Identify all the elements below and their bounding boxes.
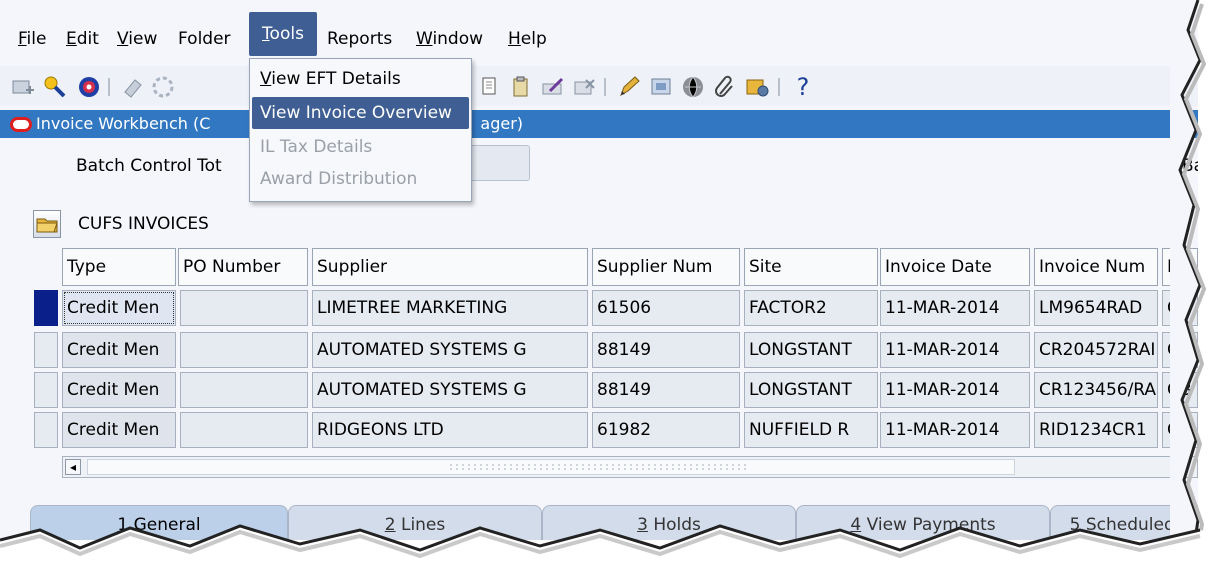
menu-item-il-tax-details[interactable]: IL Tax Details (252, 131, 469, 163)
column-header-type[interactable]: Type (62, 248, 176, 286)
row-selector[interactable] (34, 332, 58, 368)
torn-edge-bottom (0, 524, 1230, 574)
cell-po-number[interactable] (180, 332, 308, 368)
cell-invoice-date[interactable]: 11-MAR-2014 (880, 332, 1030, 368)
menu-item-award-distribution[interactable]: Award Distribution (252, 163, 469, 195)
menu-tools[interactable]: Tools (249, 12, 317, 56)
oracle-forms-window: File Edit View Folder Tools Reports Wind… (0, 0, 1198, 540)
cell-po-number[interactable] (180, 372, 308, 408)
folder-title: CUFS INVOICES (78, 214, 209, 234)
open-folder-button[interactable] (33, 210, 61, 238)
zoom-icon[interactable] (648, 74, 674, 100)
cell-supplier[interactable]: AUTOMATED SYSTEMS G (312, 372, 588, 408)
menu-item-view-invoice-overview[interactable]: View Invoice Overview (252, 97, 469, 129)
cell-supplier-num[interactable]: 61506 (592, 290, 740, 326)
column-header-site[interactable]: Site (744, 248, 878, 286)
cell-supplier[interactable]: LIMETREE MARKETING (312, 290, 588, 326)
menu-edit[interactable]: Edit (62, 28, 103, 50)
edit-field-icon[interactable] (616, 74, 642, 100)
toolbar: ? (0, 66, 1198, 106)
column-header-supplier[interactable]: Supplier (312, 248, 588, 286)
row-selector[interactable] (34, 412, 58, 448)
cell-invoice-num[interactable]: CR204572RAI (1034, 332, 1158, 368)
menu-view[interactable]: View (113, 28, 161, 50)
attachments-icon[interactable] (712, 74, 738, 100)
delete-record-icon[interactable] (572, 74, 598, 100)
cell-invoice-date[interactable]: 11-MAR-2014 (880, 372, 1030, 408)
cell-invoice-date[interactable]: 11-MAR-2014 (880, 290, 1030, 326)
cell-supplier-num[interactable]: 61982 (592, 412, 740, 448)
new-record-icon[interactable] (10, 74, 36, 100)
cell-invoice-num[interactable]: CR123456/RA (1034, 372, 1158, 408)
menu-reports[interactable]: Reports (323, 28, 396, 50)
find-icon[interactable] (42, 74, 68, 100)
folder-icon (36, 218, 58, 233)
menu-folder[interactable]: Folder (174, 28, 235, 50)
cell-invoice-num[interactable]: RID1234CR1 (1034, 412, 1158, 448)
horizontal-scrollbar[interactable]: ◂ (62, 456, 1198, 478)
folder-tools-icon[interactable] (744, 74, 770, 100)
menu-bar: File Edit View Folder Tools Reports Wind… (0, 12, 1198, 62)
column-header-invoice-num[interactable]: Invoice Num (1034, 248, 1158, 286)
cell-supplier-num[interactable]: 88149 (592, 372, 740, 408)
menu-window[interactable]: Window (412, 28, 487, 50)
navigator-icon[interactable] (76, 74, 102, 100)
scrollbar-thumb[interactable] (87, 459, 1015, 475)
translations-icon[interactable] (680, 74, 706, 100)
row-selector[interactable] (34, 290, 58, 326)
oracle-logo-icon (10, 117, 32, 132)
scroll-left-icon[interactable]: ◂ (65, 459, 81, 475)
cell-po-number[interactable] (180, 412, 308, 448)
toolbar-separator (604, 78, 606, 96)
paste-icon[interactable] (508, 74, 534, 100)
tools-menu-dropdown: View EFT Details View Invoice Overview I… (249, 58, 472, 202)
clear-record-icon[interactable] (540, 74, 566, 100)
column-header-invoice-date[interactable]: Invoice Date (880, 248, 1030, 286)
cell-po-number[interactable] (180, 290, 308, 326)
cell-site[interactable]: FACTOR2 (744, 290, 878, 326)
copy-icon[interactable] (478, 74, 504, 100)
cell-type[interactable]: Credit Men (62, 332, 176, 368)
save-icon[interactable] (120, 74, 146, 100)
cell-site[interactable]: LONGSTANT (744, 372, 878, 408)
scrollbar-grip (448, 463, 748, 471)
help-icon[interactable]: ? (790, 74, 816, 100)
cell-supplier-num[interactable]: 88149 (592, 332, 740, 368)
batch-control-total-label: Batch Control Tot (76, 156, 222, 176)
next-step-icon[interactable] (150, 74, 176, 100)
toolbar-separator (778, 78, 780, 96)
cell-supplier[interactable]: AUTOMATED SYSTEMS G (312, 332, 588, 368)
cell-site[interactable]: NUFFIELD R (744, 412, 878, 448)
row-selector[interactable] (34, 372, 58, 408)
menu-item-view-eft-details[interactable]: View EFT Details (252, 63, 469, 95)
column-header-po-number[interactable]: PO Number (178, 248, 308, 286)
cell-invoice-date[interactable]: 11-MAR-2014 (880, 412, 1030, 448)
column-header-supplier-num[interactable]: Supplier Num (592, 248, 740, 286)
menu-file[interactable]: File (14, 28, 50, 50)
toolbar-separator (108, 78, 110, 96)
window-title-bar: Invoice Workbench (C ager) (0, 110, 1198, 138)
menu-help[interactable]: Help (504, 28, 551, 50)
cell-site[interactable]: LONGSTANT (744, 332, 878, 368)
cell-type[interactable]: Credit Men (62, 372, 176, 408)
cell-invoice-num[interactable]: LM9654RAD (1034, 290, 1158, 326)
cell-type[interactable]: Credit Men (62, 412, 176, 448)
torn-edge-right (1170, 0, 1207, 574)
cell-supplier[interactable]: RIDGEONS LTD (312, 412, 588, 448)
cell-type[interactable]: Credit Men (62, 290, 176, 326)
